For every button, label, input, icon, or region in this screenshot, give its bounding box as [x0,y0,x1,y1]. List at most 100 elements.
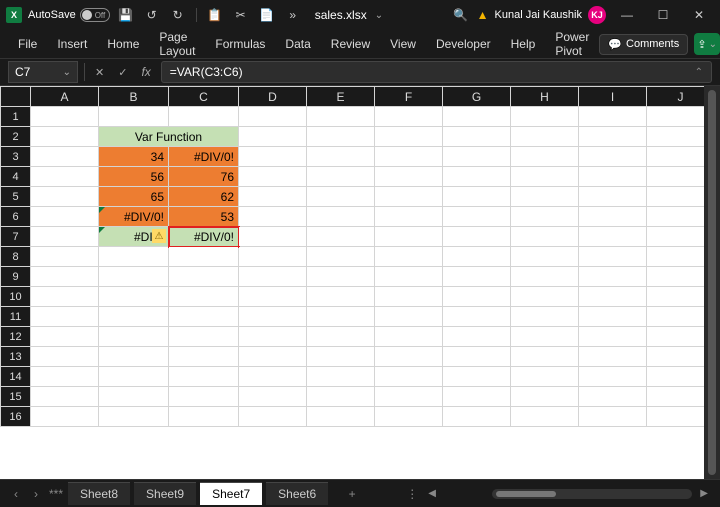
cell[interactable] [239,127,307,147]
col-header-E[interactable]: E [307,87,375,107]
cell[interactable] [375,387,443,407]
formula-input[interactable]: =VAR(C3:C6) ⌃ [161,61,712,83]
autosave-toggle[interactable]: AutoSave Off [28,8,110,22]
cell[interactable] [169,107,239,127]
expand-formula-bar-icon[interactable]: ⌃ [695,67,703,78]
row-header-6[interactable]: 6 [1,207,31,227]
cell[interactable] [647,247,705,267]
cell[interactable] [511,267,579,287]
search-icon[interactable]: 🔍 [451,5,471,25]
overflow-icon[interactable]: » [283,5,303,25]
cell[interactable] [579,127,647,147]
row-header-3[interactable]: 3 [1,147,31,167]
cell[interactable] [647,407,705,427]
name-box[interactable]: C7 ⌄ [8,61,78,83]
cell[interactable] [307,167,375,187]
grid[interactable]: A B C D E F G H I J 1 2Var Function 334#… [0,86,704,479]
cell[interactable] [443,187,511,207]
cell[interactable] [443,147,511,167]
col-header-A[interactable]: A [31,87,99,107]
row-header-8[interactable]: 8 [1,247,31,267]
cell[interactable] [99,307,169,327]
cell[interactable] [307,307,375,327]
cell[interactable] [579,387,647,407]
cell[interactable] [307,107,375,127]
cell[interactable] [511,407,579,427]
hscroll-left-icon[interactable]: ◀ [424,488,440,499]
cell[interactable] [443,207,511,227]
cell[interactable] [99,407,169,427]
cell[interactable] [647,307,705,327]
paste-icon[interactable]: 📄 [257,5,277,25]
ribbon-tab-insert[interactable]: Insert [47,33,97,55]
cell[interactable] [647,287,705,307]
cell[interactable] [307,227,375,247]
cell[interactable] [375,207,443,227]
merged-header-cell[interactable]: Var Function [99,127,239,147]
cell[interactable] [375,187,443,207]
ribbon-tab-file[interactable]: File [8,33,47,55]
cell[interactable] [579,147,647,167]
sheet-tab-sheet9[interactable]: Sheet9 [134,482,196,505]
cell[interactable] [511,187,579,207]
cell[interactable] [579,407,647,427]
row-header-5[interactable]: 5 [1,187,31,207]
cell[interactable] [511,227,579,247]
row-header-4[interactable]: 4 [1,167,31,187]
col-header-B[interactable]: B [99,87,169,107]
cell[interactable] [31,407,99,427]
cell[interactable] [647,207,705,227]
cell[interactable] [579,267,647,287]
sheet-nav-prev[interactable]: ‹ [8,487,24,501]
add-sheet-button[interactable]: + [344,487,360,501]
cell[interactable] [239,267,307,287]
cell[interactable] [31,347,99,367]
scroll-thumb[interactable] [496,491,556,497]
cell-B4[interactable]: 56 [99,167,169,187]
cell[interactable] [307,407,375,427]
cell[interactable] [239,147,307,167]
cell[interactable] [511,307,579,327]
cell[interactable] [511,367,579,387]
cell[interactable] [375,167,443,187]
col-header-C[interactable]: C [169,87,239,107]
chevron-down-icon[interactable]: ⌄ [375,10,383,21]
cell[interactable] [99,387,169,407]
cell[interactable] [239,307,307,327]
cell[interactable] [647,127,705,147]
cell[interactable] [443,247,511,267]
cell-B6[interactable]: #DIV/0! [99,207,169,227]
cell[interactable] [579,327,647,347]
cell[interactable] [647,107,705,127]
cell[interactable] [239,107,307,127]
col-header-H[interactable]: H [511,87,579,107]
cell[interactable] [443,407,511,427]
cell[interactable] [375,267,443,287]
undo-icon[interactable]: ↺ [142,5,162,25]
cell-C5[interactable]: 62 [169,187,239,207]
cell[interactable] [443,367,511,387]
cell[interactable] [579,247,647,267]
cell[interactable] [579,347,647,367]
cell[interactable] [375,127,443,147]
ribbon-tab-home[interactable]: Home [97,33,149,55]
cell[interactable] [579,167,647,187]
cell[interactable] [375,367,443,387]
share-button[interactable]: ⇪⌄ [694,33,720,55]
sheet-nav-more[interactable]: *** [48,487,64,501]
cell-C3[interactable]: #DIV/0! [169,147,239,167]
cell[interactable] [31,267,99,287]
cell[interactable] [443,327,511,347]
cell[interactable] [239,167,307,187]
cell[interactable] [31,287,99,307]
save-icon[interactable]: 💾 [116,5,136,25]
cell[interactable] [511,387,579,407]
cell[interactable] [579,187,647,207]
cell[interactable] [239,387,307,407]
cell[interactable] [31,127,99,147]
cell[interactable] [99,247,169,267]
row-header-15[interactable]: 15 [1,387,31,407]
cell[interactable] [239,287,307,307]
cell[interactable] [443,287,511,307]
row-header-12[interactable]: 12 [1,327,31,347]
